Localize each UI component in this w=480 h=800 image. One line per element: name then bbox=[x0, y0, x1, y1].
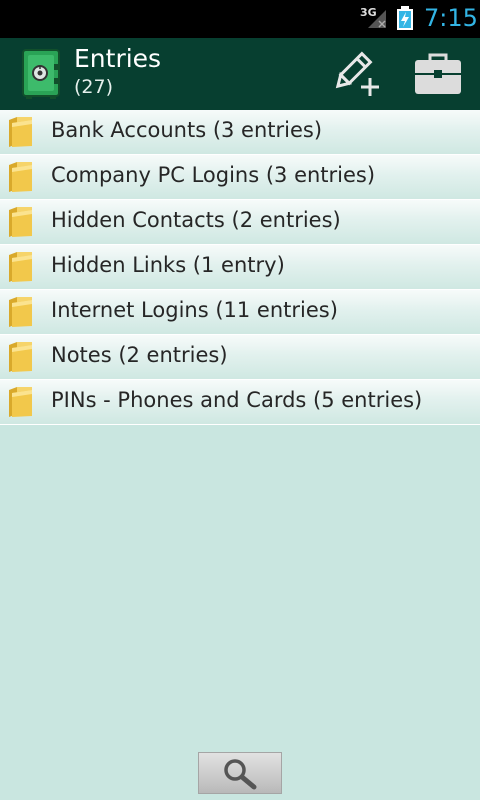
list-item[interactable]: Notes (2 entries) bbox=[0, 335, 480, 380]
signal-icon bbox=[368, 10, 386, 28]
folder-icon bbox=[9, 387, 32, 417]
folder-list: Bank Accounts (3 entries) Company PC Log… bbox=[0, 110, 480, 425]
folder-icon bbox=[9, 207, 32, 237]
folder-label: Hidden Links (1 entry) bbox=[51, 253, 285, 277]
folder-icon bbox=[9, 117, 32, 147]
folder-icon bbox=[9, 297, 32, 327]
folder-label: Bank Accounts (3 entries) bbox=[51, 118, 323, 142]
folder-label: Notes (2 entries) bbox=[51, 343, 228, 367]
battery-charging-icon bbox=[397, 6, 413, 30]
folder-label: Internet Logins (11 entries) bbox=[51, 298, 338, 322]
list-item[interactable]: Internet Logins (11 entries) bbox=[0, 290, 480, 335]
folder-icon bbox=[9, 252, 32, 282]
list-item[interactable]: Bank Accounts (3 entries) bbox=[0, 110, 480, 155]
action-bar: Entries (27) bbox=[0, 38, 480, 110]
safe-app-icon[interactable] bbox=[20, 48, 62, 100]
clock: 7:15 bbox=[424, 4, 478, 32]
status-bar: 3G 7:15 bbox=[0, 0, 480, 38]
tools-button[interactable] bbox=[402, 38, 474, 110]
entry-count: (27) bbox=[74, 76, 114, 98]
folder-label: Company PC Logins (3 entries) bbox=[51, 163, 376, 187]
list-item[interactable]: Hidden Contacts (2 entries) bbox=[0, 200, 480, 245]
search-button[interactable] bbox=[198, 752, 282, 794]
page-title: Entries bbox=[74, 44, 162, 73]
list-item[interactable]: Hidden Links (1 entry) bbox=[0, 245, 480, 290]
folder-icon bbox=[9, 342, 32, 372]
list-item[interactable]: PINs - Phones and Cards (5 entries) bbox=[0, 380, 480, 425]
list-item[interactable]: Company PC Logins (3 entries) bbox=[0, 155, 480, 200]
briefcase-icon bbox=[415, 53, 461, 94]
add-entry-button[interactable] bbox=[320, 38, 392, 110]
edit-add-icon bbox=[335, 51, 379, 96]
search-icon bbox=[224, 759, 257, 790]
folder-label: PINs - Phones and Cards (5 entries) bbox=[51, 388, 423, 412]
folder-icon bbox=[9, 162, 32, 192]
folder-label: Hidden Contacts (2 entries) bbox=[51, 208, 341, 232]
